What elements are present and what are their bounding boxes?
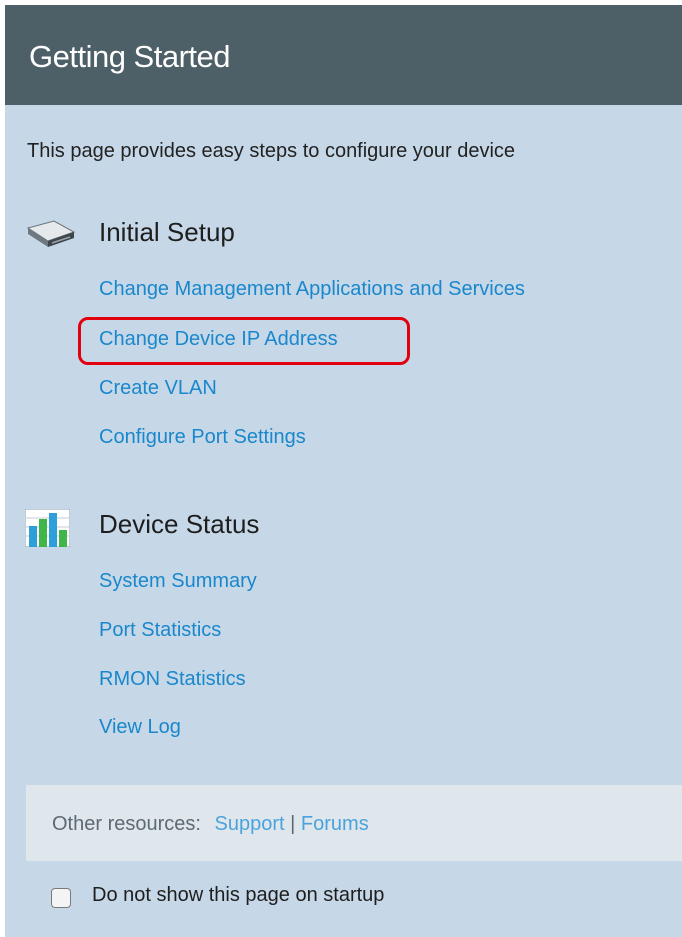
other-resources-label: Other resources: xyxy=(52,813,201,835)
link-rmon-statistics[interactable]: RMON Statistics xyxy=(99,668,246,691)
startup-checkbox-label: Do not show this page on startup xyxy=(92,884,385,906)
section-title-initial-setup: Initial Setup xyxy=(99,217,235,247)
page-header: Getting Started xyxy=(5,5,682,105)
switch-device-icon xyxy=(26,220,76,247)
resources-separator: | xyxy=(290,813,296,835)
link-configure-port-settings[interactable]: Configure Port Settings xyxy=(99,426,306,449)
other-resources-bar: Other resources: Support | Forums xyxy=(26,785,682,861)
bar-chart-icon xyxy=(25,509,70,547)
page-title: Getting Started xyxy=(29,39,231,74)
startup-checkbox[interactable] xyxy=(51,888,71,908)
link-create-vlan[interactable]: Create VLAN xyxy=(99,377,217,400)
link-view-log[interactable]: View Log xyxy=(99,716,181,739)
support-link[interactable]: Support xyxy=(215,813,285,835)
intro-text: This page provides easy steps to configu… xyxy=(27,140,516,162)
forums-link[interactable]: Forums xyxy=(301,813,369,835)
link-change-management-applications[interactable]: Change Management Applications and Servi… xyxy=(99,278,525,301)
link-system-summary[interactable]: System Summary xyxy=(99,570,257,593)
section-title-device-status: Device Status xyxy=(99,509,260,539)
link-port-statistics[interactable]: Port Statistics xyxy=(99,619,221,642)
highlight-box xyxy=(78,317,410,365)
other-resources-text: Other resources: Support | Forums xyxy=(52,813,369,836)
